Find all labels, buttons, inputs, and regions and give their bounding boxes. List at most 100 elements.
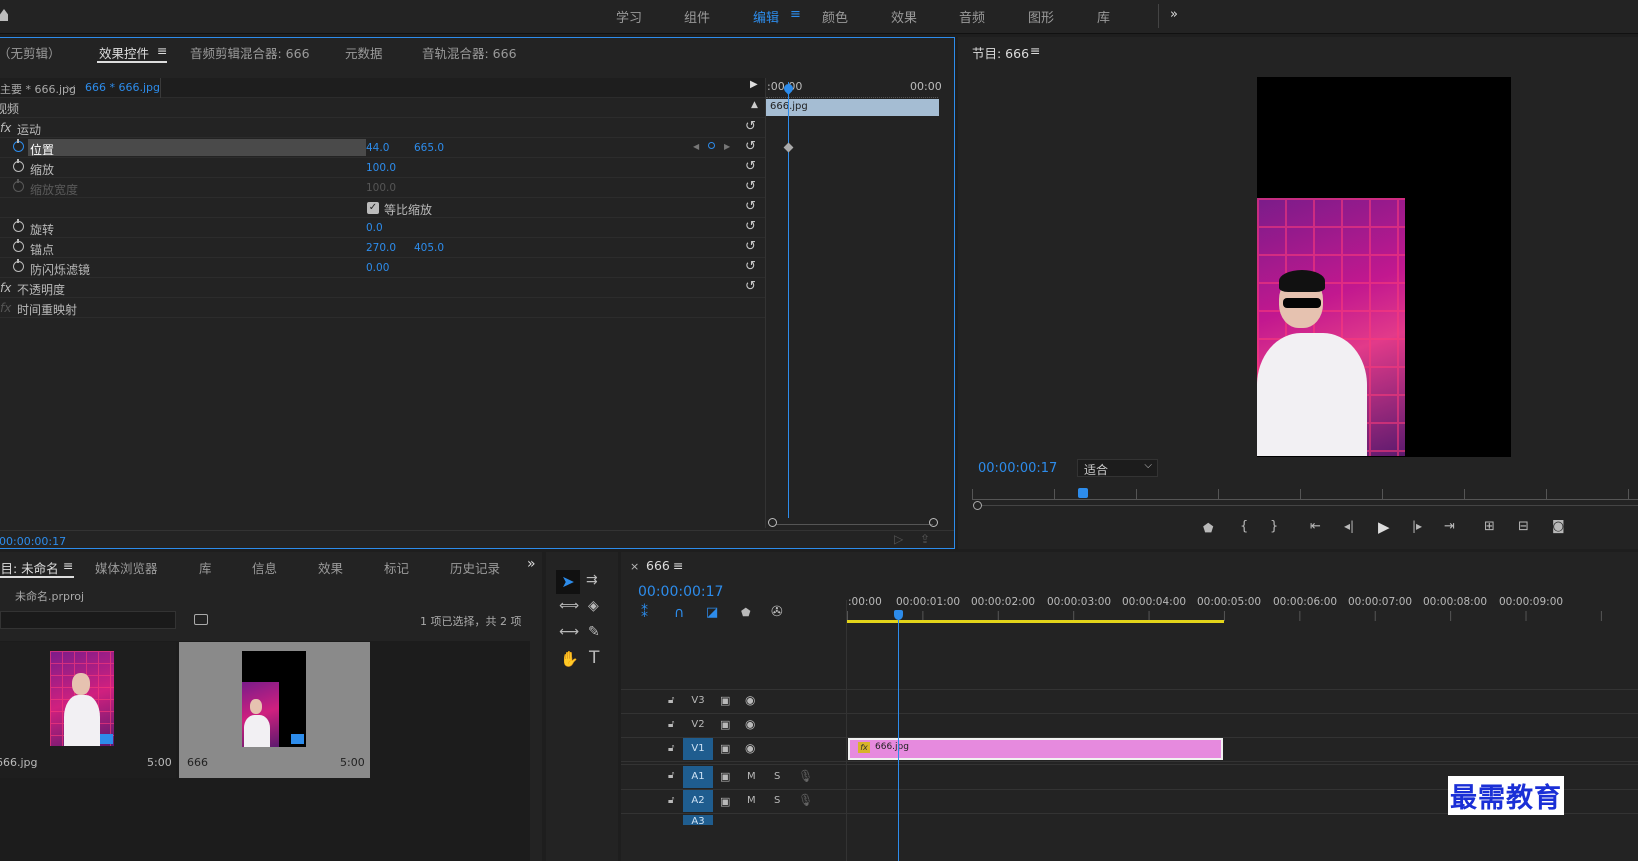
workspace-tab-audio[interactable]: 音频 [959, 7, 985, 26]
eye-icon[interactable]: ◉ [745, 717, 755, 731]
reset-icon[interactable]: ↺ [745, 139, 756, 154]
wrench-icon[interactable]: ✇ [771, 604, 783, 620]
sync-lock-icon[interactable]: ▣ [720, 694, 730, 707]
workspace-menu-icon[interactable]: ≡ [790, 7, 801, 22]
step-forward-icon[interactable]: |▸ [1412, 519, 1422, 533]
track-select-tool-icon[interactable]: ⇉ [586, 572, 598, 588]
search-input[interactable] [0, 611, 176, 629]
workspace-tab-libraries[interactable]: 库 [1097, 7, 1110, 26]
pen-tool-icon[interactable]: ✎ [588, 624, 600, 640]
tab-media-browser[interactable]: 媒体浏览器 [95, 558, 158, 577]
track-label-a3[interactable]: A3 [683, 815, 713, 825]
expand-timeline-icon[interactable]: ▶ [750, 79, 758, 90]
add-marker-icon[interactable]: ⬟ [1203, 521, 1213, 535]
effect-timecode[interactable]: 00:00:00:17 [0, 535, 66, 548]
tab-effects[interactable]: 效果 [318, 558, 343, 577]
timeline-playhead-handle[interactable] [894, 610, 903, 620]
more-workspaces-icon[interactable]: » [1170, 7, 1178, 22]
microphone-icon[interactable]: 🎙︎ [798, 793, 813, 807]
reset-icon[interactable]: ↺ [745, 239, 756, 254]
anchor-x-value[interactable]: 270.0 [366, 242, 396, 254]
program-monitor-title[interactable]: 节目: 666 [972, 43, 1029, 62]
selection-tool-icon[interactable]: ➤ [556, 570, 580, 594]
sync-lock-icon[interactable]: ▣ [720, 742, 730, 755]
stopwatch-icon[interactable] [13, 239, 24, 252]
tab-audio-clip-mixer[interactable]: 音频剪辑混合器: 666 [190, 43, 310, 62]
razor-tool-icon[interactable]: ◈ [588, 598, 599, 614]
stopwatch-icon[interactable] [13, 159, 24, 172]
work-area-bar[interactable] [847, 620, 1224, 623]
sync-lock-icon[interactable]: ▣ [720, 770, 730, 783]
slip-tool-icon[interactable]: ⟷ [559, 624, 579, 640]
program-ruler[interactable] [972, 489, 1638, 500]
panel-menu-icon[interactable]: ≡ [1030, 43, 1040, 58]
stopwatch-icon[interactable] [13, 219, 24, 232]
position-x-value[interactable]: 44.0 [366, 142, 389, 154]
new-bin-icon[interactable] [194, 614, 208, 625]
workspace-tab-assembly[interactable]: 组件 [684, 7, 710, 26]
zoom-handle[interactable] [973, 501, 982, 510]
program-playhead[interactable] [1078, 488, 1088, 498]
tab-metadata[interactable]: 元数据 [345, 43, 383, 62]
sequence-tab[interactable]: 666 [646, 558, 670, 573]
mute-button[interactable]: M [747, 795, 756, 806]
workspace-tab-graphics[interactable]: 图形 [1028, 7, 1054, 26]
mark-in-icon[interactable]: { [1240, 519, 1248, 534]
anchor-y-value[interactable]: 405.0 [414, 242, 444, 254]
timeline-clip[interactable]: fx 666.jpg [848, 738, 1223, 760]
reset-icon[interactable]: ↺ [745, 119, 756, 134]
tab-effect-controls[interactable]: 效果控件 [99, 43, 149, 62]
solo-button[interactable]: S [774, 795, 780, 806]
solo-button[interactable]: S [774, 771, 780, 782]
snap-icon[interactable]: ⁑ [641, 605, 648, 621]
lock-icon[interactable]: 🔓︎ [668, 695, 674, 706]
zoom-handle-right[interactable] [929, 518, 938, 527]
tab-libraries[interactable]: 库 [199, 558, 212, 577]
reset-icon[interactable]: ↺ [745, 279, 756, 294]
microphone-icon[interactable]: 🎙︎ [798, 769, 813, 783]
reset-icon[interactable]: ↺ [745, 179, 756, 194]
program-timecode[interactable]: 00:00:00:17 [978, 461, 1057, 476]
eye-icon[interactable]: ◉ [745, 693, 755, 707]
tab-project[interactable]: 项目: 未命名 [0, 558, 59, 577]
track-label-v2[interactable]: V2 [683, 714, 713, 736]
close-icon[interactable]: × [630, 560, 639, 573]
go-to-in-icon[interactable]: ⇤ [1310, 519, 1321, 534]
uniform-scale-checkbox[interactable]: ✓ [367, 202, 379, 214]
eye-icon[interactable]: ◉ [745, 741, 755, 755]
panel-menu-icon[interactable]: ≡ [63, 558, 73, 573]
workspace-tab-editing[interactable]: 编辑 [753, 7, 779, 26]
collapse-up-icon[interactable]: ▲ [751, 100, 758, 110]
lock-icon[interactable]: 🔓︎ [668, 743, 674, 754]
go-to-out-icon[interactable]: ⇥ [1444, 519, 1455, 534]
fx-icon[interactable]: fx [0, 121, 11, 135]
tab-markers[interactable]: 标记 [384, 558, 409, 577]
linked-selection-icon[interactable]: ◪ [706, 605, 718, 620]
prev-keyframe-icon[interactable]: ◀ [693, 142, 699, 151]
reset-icon[interactable]: ↺ [745, 219, 756, 234]
hand-tool-icon[interactable]: ✋ [560, 650, 579, 668]
mute-button[interactable]: M [747, 771, 756, 782]
tab-info[interactable]: 信息 [252, 558, 277, 577]
panel-menu-icon[interactable]: ≡ [157, 43, 167, 58]
position-y-value[interactable]: 665.0 [414, 142, 444, 154]
add-keyframe-icon[interactable] [708, 142, 715, 149]
reset-icon[interactable]: ↺ [745, 199, 756, 214]
fit-dropdown[interactable]: 适合 ⌵ [1077, 459, 1158, 477]
project-item[interactable]: 666.jpg 5:00 [0, 642, 176, 778]
workspace-tab-effects[interactable]: 效果 [891, 7, 917, 26]
scale-value[interactable]: 100.0 [366, 162, 396, 174]
chevron-down-icon[interactable]: ⌵ [66, 79, 75, 94]
add-marker-icon[interactable]: ⬟ [741, 606, 751, 619]
anti-flicker-value[interactable]: 0.00 [366, 262, 389, 274]
tab-audio-track-mixer[interactable]: 音轨混合器: 666 [422, 43, 517, 62]
stopwatch-icon[interactable] [13, 139, 24, 152]
tab-history[interactable]: 历史记录 [450, 558, 500, 577]
track-label-v1[interactable]: V1 [683, 738, 713, 760]
magnet-icon[interactable]: ∩ [674, 605, 684, 621]
zoom-scrollbar[interactable] [982, 505, 1638, 506]
reset-icon[interactable]: ↺ [745, 159, 756, 174]
lock-icon[interactable]: 🔓︎ [668, 795, 674, 806]
track-label-v3[interactable]: V3 [683, 690, 713, 712]
lock-icon[interactable]: 🔓︎ [668, 719, 674, 730]
